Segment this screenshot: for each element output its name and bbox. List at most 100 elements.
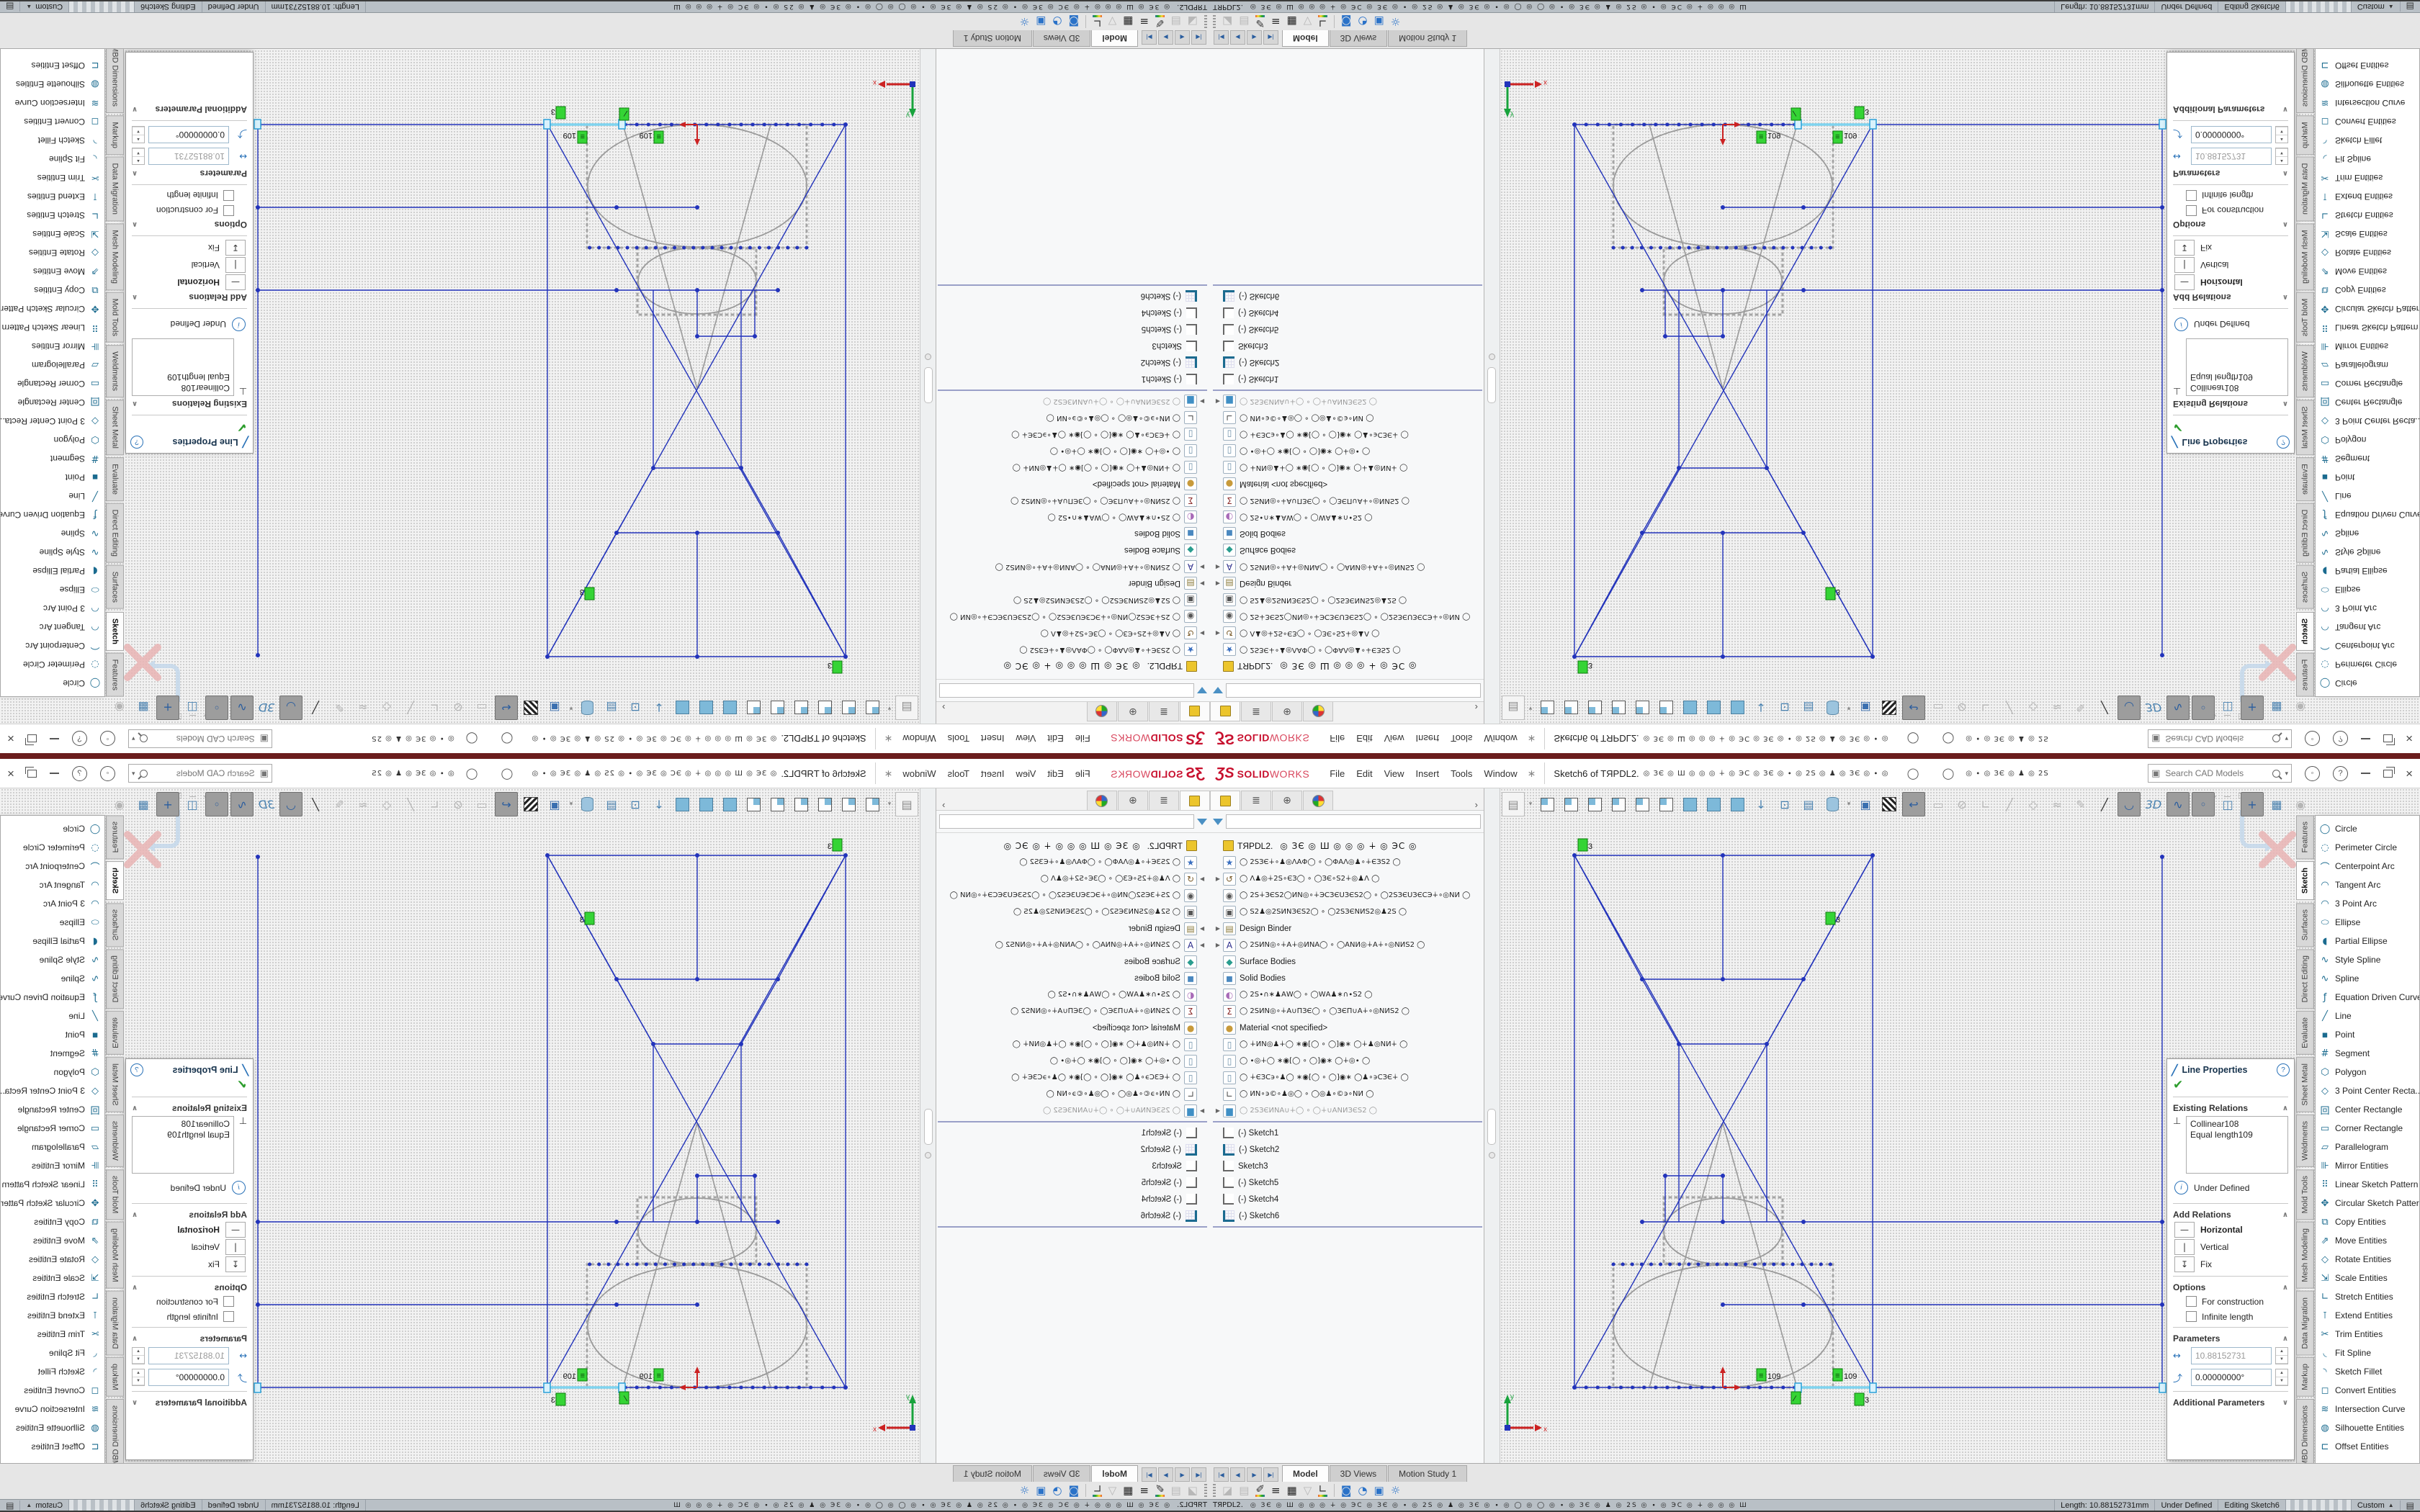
angle-input[interactable]: 0.00000000°	[148, 126, 229, 143]
search-icon[interactable]	[140, 735, 148, 743]
tree-item[interactable]: ▶ ▆ ◯ 2SЗЄИNΑ∪∔◯ ∘ ◯∔∪ΑNИЗЄS2 ◯	[1213, 393, 1484, 410]
menu-item[interactable]: Insert	[975, 765, 1010, 782]
menu-item[interactable]: Tools	[1445, 765, 1478, 782]
tab-nav-button[interactable]: ▶|	[1142, 30, 1157, 45]
length-input[interactable]: 10.88152731	[148, 148, 229, 165]
toolbar-icon[interactable]: ✎	[2070, 696, 2092, 719]
tab-nav-button[interactable]: ◀	[1230, 1467, 1245, 1482]
tree-item-sketch[interactable]: ▶ Sketch3	[1213, 1158, 1484, 1174]
search-input[interactable]	[2164, 768, 2269, 779]
model-tab[interactable]: Motion Study 1	[953, 30, 1032, 47]
toolbar-icon[interactable]: ▤	[895, 696, 918, 720]
relation-item[interactable]: Equal length109	[2190, 372, 2284, 382]
toolbar-icon[interactable]: ▭	[471, 793, 493, 816]
command-tab[interactable]: Sheet Metal	[2296, 1057, 2314, 1112]
command-tab[interactable]: Surfaces	[2296, 903, 2314, 947]
tab-nav-button[interactable]: ◀	[1175, 1467, 1190, 1482]
splitter-handle[interactable]	[1489, 354, 1495, 360]
flyout-menu-item[interactable]: ◖ Partial Ellipse	[1, 932, 104, 950]
toolbar-icon[interactable]: ╱	[2094, 793, 2115, 816]
flyout-menu-item[interactable]: ⠿ Linear Sketch Pattern	[2316, 318, 2419, 337]
ok-check-icon[interactable]: ✔	[2167, 418, 2294, 436]
tree-item[interactable]: ▶ ↺ ◯ Λ♟◎∔2S∘ЄЗ◯ ∘ ◯ЗЄ∘S2∔◎♟Λ ◯	[936, 870, 1207, 887]
tree-item[interactable]: ▶ ∟ ◯ ИN∘϶©∘♟◎◯ ∘ ◯◎♟∘©϶∘NИ ◯	[1213, 410, 1484, 426]
tab-displaymanager[interactable]	[1087, 791, 1117, 810]
toolbar-icon[interactable]	[520, 696, 542, 719]
flyout-menu-item[interactable]: ◇ 3 Point Center Recta...	[2316, 1081, 2419, 1100]
flyout-menu-item[interactable]: ƒ Equation Driven Curve	[2316, 988, 2419, 1007]
tree-item[interactable]: ▶ ◉ ◯ 2S∔ЗЄS2◯ИN◎∘∔ЭСЗЄUЗЄS2◯ ∘ ◯2SЗЄUЗЄ…	[936, 608, 1207, 625]
command-tab[interactable]: Sheet Metal	[2296, 400, 2314, 455]
toolbar-icon[interactable]: ▦	[2266, 793, 2287, 816]
add-relation-button[interactable]: ↧ Fix	[2167, 1256, 2294, 1273]
toolbar-icon[interactable]: ▾	[1845, 696, 1852, 719]
tree-scrollbar-thumb[interactable]	[924, 1109, 933, 1145]
close-button[interactable]: ×	[2406, 768, 2413, 780]
help-icon[interactable]: ?	[2277, 1063, 2290, 1076]
section-additional-parameters[interactable]: Additional Parameters∨	[2167, 103, 2294, 117]
expand-arrow-icon[interactable]: ▶	[1213, 1107, 1223, 1114]
toolbar-icon[interactable]: ◫	[2217, 793, 2238, 816]
flyout-menu-item[interactable]: ◝ Sketch Fillet	[2316, 131, 2419, 150]
tree-item[interactable]: ▶ ◼ Solid Bodies	[936, 970, 1207, 986]
model-tab[interactable]: 3D Views	[1033, 1465, 1090, 1482]
command-tab[interactable]: Direct Editing	[106, 949, 124, 1009]
toolbar-icon[interactable]	[1584, 793, 1605, 816]
toolbar-icon[interactable]: ◉	[2290, 793, 2311, 816]
bottom-toolbar-icon[interactable]: ≡	[1139, 17, 1149, 27]
tree-item[interactable]: ▶ ↺ ◯ Λ♟◎∔2S∘ЄЗ◯ ∘ ◯ЗЄ∘S2∔◎♟Λ ◯	[936, 625, 1207, 642]
flyout-menu-item[interactable]: ◟ Fit Spline	[2316, 1344, 2419, 1362]
toolbar-icon[interactable]: ◇	[2022, 696, 2044, 719]
help-icon[interactable]: ?	[130, 436, 143, 449]
pin-menu-icon[interactable]: ∗	[1528, 733, 1536, 745]
flyout-menu-item[interactable]: ⇗ Move Entities	[2316, 262, 2419, 281]
toolbar-icon[interactable]	[1703, 793, 1724, 816]
tree-item[interactable]: ▶ ▤ Design Binder	[936, 575, 1207, 592]
angle-input[interactable]: 0.00000000°	[2191, 126, 2272, 143]
section-existing-relations[interactable]: Existing Relations∧	[2167, 397, 2294, 412]
toolbar-icon[interactable]: ▤	[895, 792, 918, 816]
toolbar-icon[interactable]	[1536, 793, 1558, 816]
toolbar-icon[interactable]: ◇	[2022, 793, 2044, 816]
tree-item-sketch[interactable]: ▶ Sketch3	[936, 338, 1207, 354]
add-relation-button[interactable]: ↧ Fix	[2167, 239, 2294, 256]
flyout-menu-item[interactable]: ⊏ Offset Entities	[2316, 1437, 2419, 1456]
command-tab[interactable]: Markup	[106, 1357, 124, 1397]
add-relation-button[interactable]: | Vertical	[126, 1238, 253, 1256]
model-tab[interactable]: 3D Views	[1330, 30, 1387, 47]
restore-button[interactable]	[2383, 735, 2393, 743]
flyout-menu-item[interactable]: ⧉ Copy Entities	[2316, 1212, 2419, 1231]
toolbar-icon[interactable]	[672, 696, 694, 719]
flyout-menu-item[interactable]: ◻ Convert Entities	[2316, 112, 2419, 131]
filter-input[interactable]	[1226, 683, 1481, 698]
flyout-menu-item[interactable]: ▭ Corner Rectangle	[1, 374, 104, 393]
command-tab[interactable]: Sketch	[106, 861, 124, 900]
toolbar-icon[interactable]: ◡	[279, 696, 302, 720]
tree-item[interactable]: ▶ ◐ ◯ 2S∙∩∗♟ΑW◯ ∘ ◯WΑ♟∗∩∙S2 ◯	[936, 986, 1207, 1003]
bottom-toolbar-icon[interactable]: ▽	[1108, 1485, 1117, 1496]
add-relation-button[interactable]: — Horizontal	[2167, 274, 2294, 291]
tree-item[interactable]: ▶ ▣ ◯ S2♟◎2SИNЗЄS2◯ ∘ ◯2SЗЄNИS2◎♟2S ◯	[1213, 904, 1484, 920]
checkbox[interactable]	[223, 1311, 234, 1322]
menu-item[interactable]: Window	[897, 765, 941, 782]
flyout-menu-item[interactable]: ◌ Perimeter Circle	[2316, 655, 2419, 674]
command-tab[interactable]: Mold Tools	[2296, 292, 2314, 343]
tab-nav-button[interactable]: |◀	[1191, 1467, 1206, 1482]
flyout-menu-item[interactable]: ◍ Silhouette Entities	[2316, 1418, 2419, 1437]
panel-overflow-chevron[interactable]: ›	[942, 799, 945, 810]
checkbox[interactable]	[2186, 205, 2197, 216]
flyout-menu-item[interactable]: # Segment	[2316, 1044, 2419, 1063]
toolbar-icon[interactable]: ◦	[2192, 792, 2215, 816]
flyout-menu-item[interactable]: ⊪ Mirror Entities	[2316, 337, 2419, 356]
filter-input[interactable]	[939, 683, 1194, 698]
toolbar-icon[interactable]: ╱	[305, 696, 326, 719]
restore-button[interactable]	[27, 735, 37, 743]
toolbar-icon[interactable]: 3D	[256, 696, 277, 719]
bottom-toolbar-icon[interactable]: ▦	[1123, 1485, 1133, 1496]
flyout-menu-item[interactable]: ◯ Circle	[1, 674, 104, 693]
flyout-menu-item[interactable]: ƒ Equation Driven Curve	[1, 505, 104, 524]
section-options[interactable]: Options∧	[126, 218, 253, 233]
flyout-menu-item[interactable]: ◇ Rotate Entities	[1, 243, 104, 262]
flyout-menu-item[interactable]: ⊏ Offset Entities	[1, 1437, 104, 1456]
toolbar-icon[interactable]: ▤	[601, 696, 622, 719]
